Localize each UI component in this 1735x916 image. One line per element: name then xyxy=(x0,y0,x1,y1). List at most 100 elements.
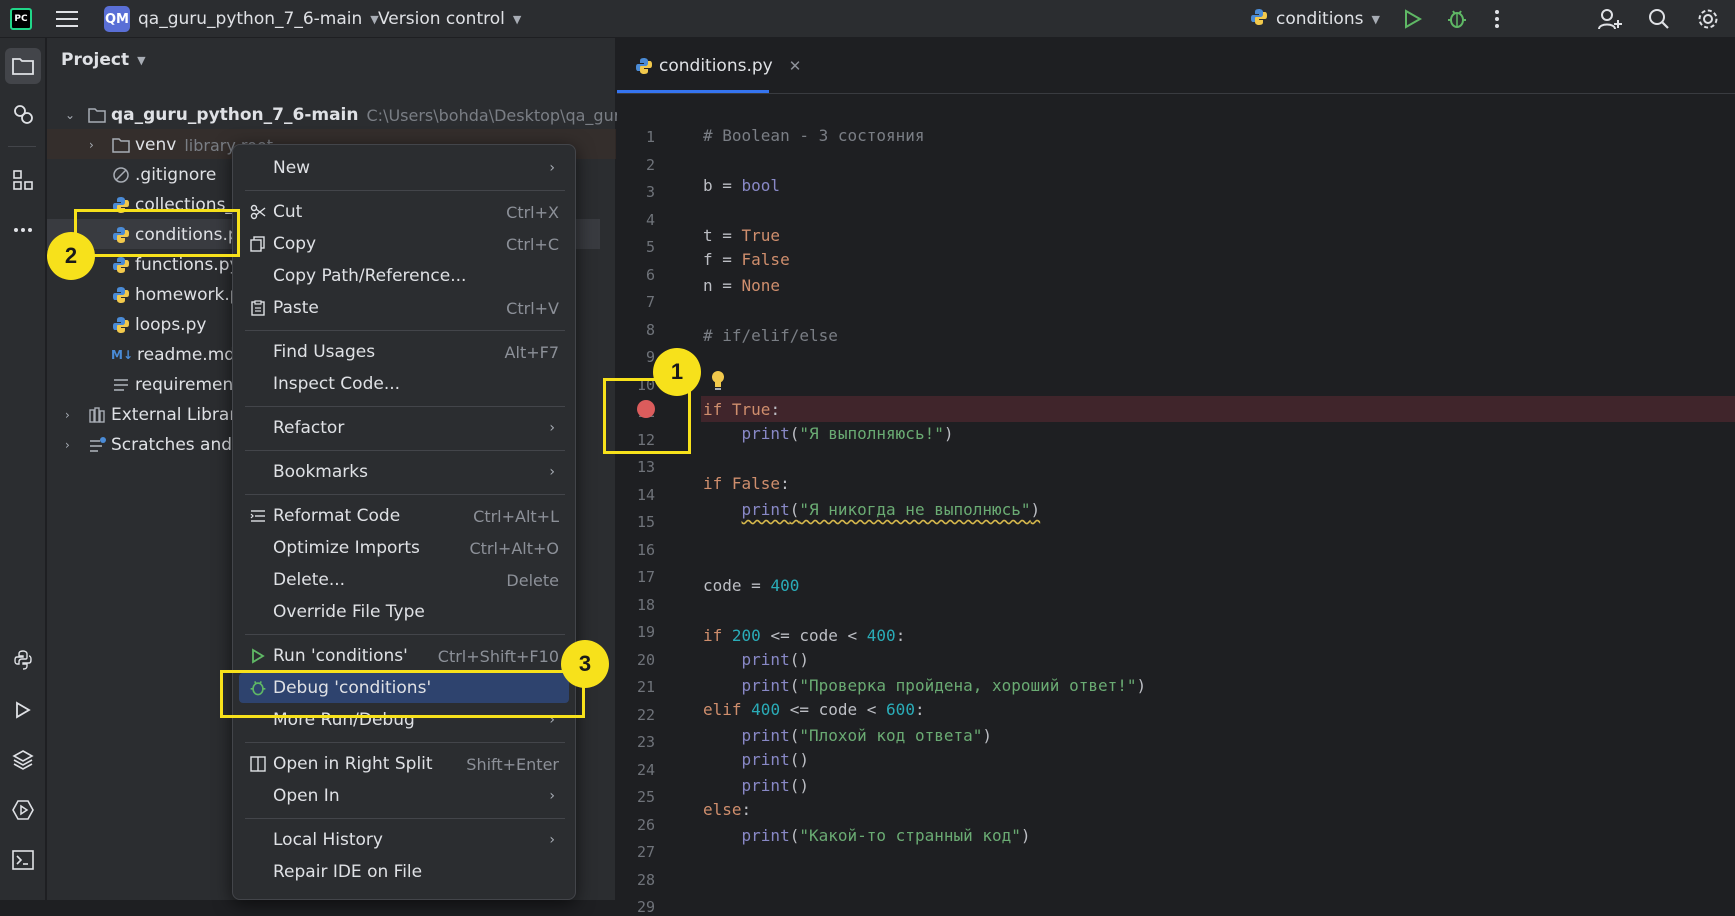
tree-item-external-libraries[interactable]: › External Librarie xyxy=(65,400,252,430)
menu-separator xyxy=(245,330,565,331)
tab-conditions[interactable]: conditions.py ✕ xyxy=(617,38,819,94)
menu-item-repair-ide[interactable]: Repair IDE on File xyxy=(239,857,569,887)
project-tool-icon[interactable] xyxy=(5,48,41,84)
run-icon[interactable] xyxy=(1404,0,1422,38)
chevron-right-icon: › xyxy=(549,420,555,436)
menu-item-refactor[interactable]: Refactor › xyxy=(239,413,569,443)
more-horizontal-icon[interactable] xyxy=(5,212,41,248)
menu-item-label: Refactor xyxy=(273,418,345,438)
menu-item-open-right-split[interactable]: Open in Right Split Shift+Enter xyxy=(239,749,569,779)
menu-item-bookmarks[interactable]: Bookmarks › xyxy=(239,457,569,487)
menu-item-run[interactable]: Run 'conditions' Ctrl+Shift+F10 xyxy=(239,641,569,671)
menu-item-new[interactable]: New › xyxy=(239,153,569,183)
line-number: 23 xyxy=(636,733,655,751)
copy-icon xyxy=(249,235,267,253)
chevron-right-icon: › xyxy=(549,788,555,804)
line-number: 29 xyxy=(636,898,655,916)
line-number: 22 xyxy=(636,705,655,724)
line-number: 13 xyxy=(636,458,655,476)
menu-item-paste[interactable]: Paste Ctrl+V xyxy=(239,293,569,323)
menu-item-cut[interactable]: Cut Ctrl+X xyxy=(239,197,569,227)
menu-item-label: Copy xyxy=(273,234,317,254)
chevron-right-icon: › xyxy=(549,464,555,480)
services-run-icon[interactable] xyxy=(5,792,41,828)
line-number: 6 xyxy=(645,265,655,284)
more-vertical-icon[interactable] xyxy=(1494,0,1500,38)
code-line-10: # if/elif/else xyxy=(703,326,838,345)
line-number: 14 xyxy=(636,485,655,504)
chevron-right-icon: › xyxy=(549,160,555,176)
menu-item-copy[interactable]: Copy Ctrl+C xyxy=(239,229,569,259)
menu-item-reformat-code[interactable]: Reformat Code Ctrl+Alt+L xyxy=(239,501,569,531)
menu-item-delete[interactable]: Delete... Delete xyxy=(239,565,569,595)
python-console-icon[interactable] xyxy=(5,642,41,678)
code-line-22: print() xyxy=(741,650,809,669)
python-file-icon xyxy=(1250,8,1268,30)
menu-item-label: Override File Type xyxy=(273,602,425,622)
tool-window-strip xyxy=(0,38,46,900)
layers-tool-icon[interactable] xyxy=(5,742,41,778)
menu-item-copy-path[interactable]: Copy Path/Reference... xyxy=(239,261,569,291)
code-line-7: f = False xyxy=(703,250,790,269)
project-panel-title: Project xyxy=(61,50,130,70)
context-menu: New › Cut Ctrl+X Copy Ctrl+C Copy Path/R… xyxy=(232,144,576,900)
line-number: 24 xyxy=(636,760,655,779)
tree-item-readme[interactable]: M↓ readme.md xyxy=(111,340,235,370)
tree-item-homework[interactable]: homework.py xyxy=(111,280,251,310)
structure-tool-icon[interactable] xyxy=(5,162,41,198)
line-number: 16 xyxy=(636,540,655,559)
tree-item-loops[interactable]: loops.py xyxy=(111,310,206,340)
services-tool-icon[interactable] xyxy=(5,96,41,132)
tab-title: conditions.py xyxy=(659,56,773,76)
tab-active-indicator xyxy=(617,90,769,93)
python-file-icon xyxy=(111,285,131,305)
search-icon[interactable] xyxy=(1648,0,1670,38)
tree-item-label: .gitignore xyxy=(135,165,217,185)
tree-item-requirements[interactable]: requirements xyxy=(111,370,249,400)
code-line-15: if False: xyxy=(703,474,790,493)
menu-item-find-usages[interactable]: Find Usages Alt+F7 xyxy=(239,337,569,367)
menu-item-inspect-code[interactable]: Inspect Code... xyxy=(239,369,569,399)
menu-item-override-file-type[interactable]: Override File Type xyxy=(239,597,569,627)
tree-root[interactable]: ⌄ qa_guru_python_7_6-main C:\Users\bohda… xyxy=(65,100,649,130)
chevron-down-icon: ▼ xyxy=(512,12,522,26)
hamburger-menu-icon[interactable] xyxy=(56,0,78,38)
code-line-21: if 200 <= code < 400: xyxy=(703,626,906,645)
run-tool-icon[interactable] xyxy=(5,692,41,728)
project-panel-header[interactable]: Project ▼ xyxy=(61,50,146,70)
run-config-selector[interactable]: conditions ▼ xyxy=(1250,0,1380,38)
line-number: 25 xyxy=(636,788,655,806)
python-file-icon xyxy=(111,255,131,275)
menu-item-label: Inspect Code... xyxy=(273,374,401,394)
menu-item-shortcut: Ctrl+Alt+L xyxy=(473,506,559,526)
add-user-icon[interactable] xyxy=(1598,0,1622,38)
menu-item-label: Reformat Code xyxy=(273,506,401,526)
menu-item-label: Open In xyxy=(273,786,340,806)
code-line-26: print() xyxy=(741,750,809,769)
tree-item-scratches[interactable]: › Scratches and C xyxy=(65,430,249,460)
project-switcher[interactable]: QM qa_guru_python_7_6-main ▼ xyxy=(104,0,379,38)
python-file-icon xyxy=(635,57,653,75)
code-line-23: print("Проверка пройдена, хороший ответ!… xyxy=(741,676,1147,695)
line-number: 15 xyxy=(636,513,655,531)
annotation-box-2 xyxy=(74,209,240,257)
menu-item-shortcut: Alt+F7 xyxy=(504,342,559,362)
title-bar: PC QM qa_guru_python_7_6-main ▼ Version … xyxy=(0,0,1735,38)
vcs-widget[interactable]: Version control ▼ xyxy=(378,0,521,38)
annotation-badge-1: 1 xyxy=(653,348,701,396)
bulb-icon[interactable] xyxy=(711,370,725,394)
debug-icon[interactable] xyxy=(1446,0,1468,38)
pycharm-logo-icon[interactable]: PC xyxy=(10,0,32,38)
menu-item-shortcut: Shift+Enter xyxy=(466,754,559,774)
menu-item-open-in[interactable]: Open In › xyxy=(239,781,569,811)
terminal-tool-icon[interactable] xyxy=(5,842,41,878)
menu-item-optimize-imports[interactable]: Optimize Imports Ctrl+Alt+O xyxy=(239,533,569,563)
menu-item-label: Copy Path/Reference... xyxy=(273,266,467,286)
gear-icon[interactable] xyxy=(1697,0,1719,38)
menu-separator xyxy=(245,190,565,191)
menu-item-local-history[interactable]: Local History › xyxy=(239,825,569,855)
tree-item-label: External Librarie xyxy=(111,405,252,425)
close-icon[interactable]: ✕ xyxy=(789,57,802,75)
run-icon xyxy=(249,647,267,665)
tree-item-gitignore[interactable]: .gitignore xyxy=(111,160,216,190)
